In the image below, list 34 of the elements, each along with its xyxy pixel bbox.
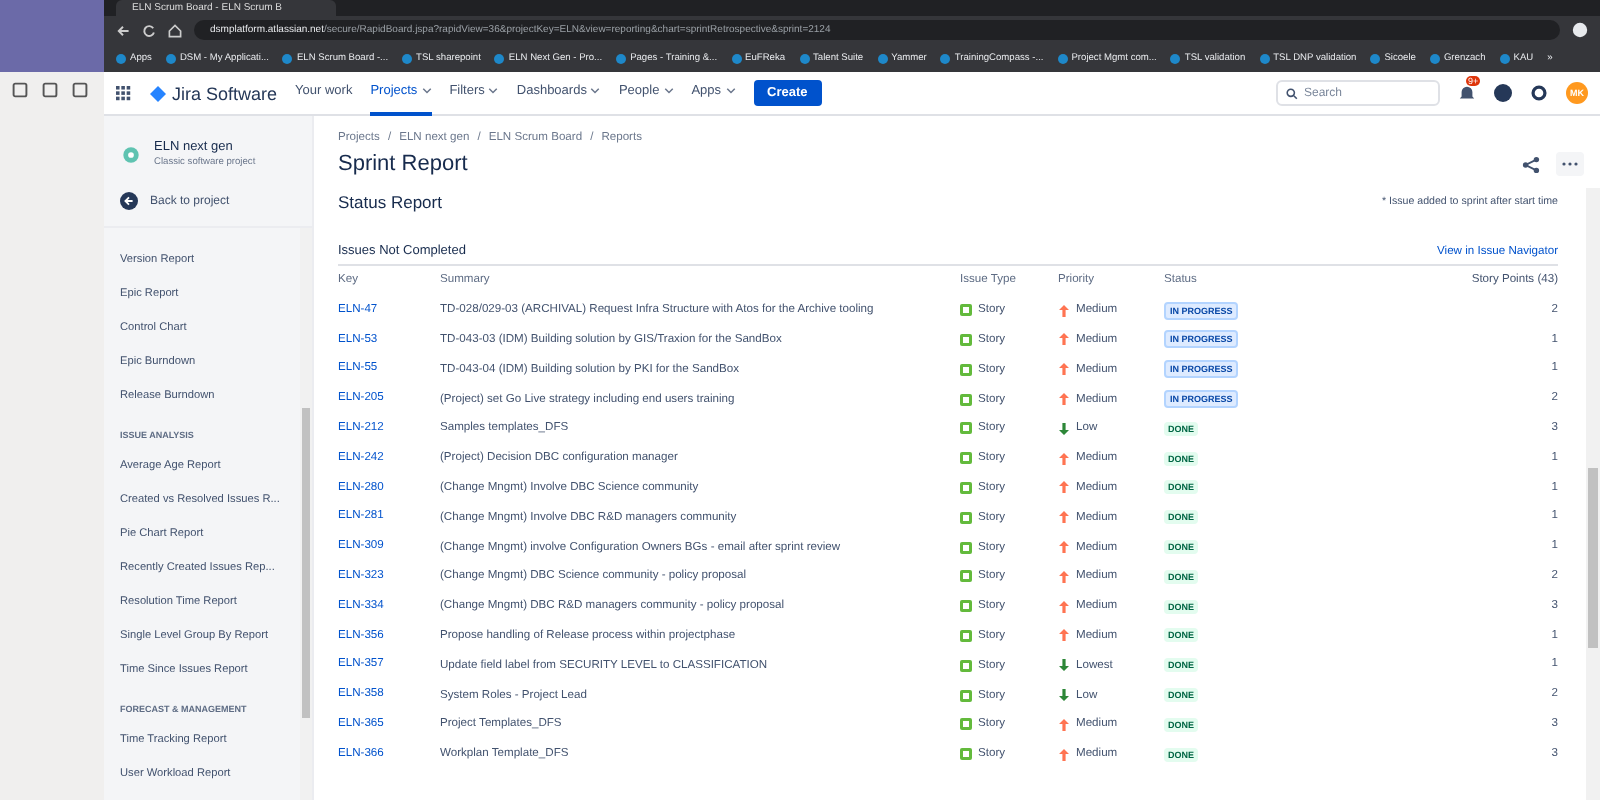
- product-name: Jira Software: [172, 83, 278, 103]
- scrollbar-thumb[interactable]: [302, 408, 310, 718]
- story-icon: [960, 304, 972, 317]
- section-title: Status Report: [338, 192, 442, 212]
- story-icon: [960, 422, 972, 435]
- app-grid-icon[interactable]: [116, 85, 132, 101]
- story-icon: [960, 748, 972, 761]
- bell-icon[interactable]: [1458, 84, 1476, 102]
- home-icon[interactable]: [168, 23, 182, 37]
- story-icon: [960, 570, 972, 583]
- settings-icon[interactable]: [1530, 84, 1548, 102]
- diamond-logo-icon: [150, 85, 166, 101]
- story-icon: [960, 659, 972, 672]
- reload-icon[interactable]: [142, 23, 156, 37]
- scrollbar-thumb[interactable]: [1588, 468, 1598, 648]
- share-icon[interactable]: [1522, 155, 1540, 173]
- profile-icon[interactable]: [1572, 22, 1588, 38]
- story-icon: [960, 541, 972, 554]
- story-icon: [960, 333, 972, 346]
- story-icon: [960, 393, 972, 406]
- page-title: Sprint Report: [338, 152, 470, 176]
- story-icon: [960, 718, 972, 731]
- window-header: [0, 0, 104, 72]
- story-icon: [960, 689, 972, 702]
- story-icon: [960, 600, 972, 613]
- story-icon: [960, 363, 972, 376]
- story-icon: [960, 511, 972, 524]
- back-arrow-icon: [120, 192, 138, 210]
- story-icon: [960, 452, 972, 465]
- help-icon[interactable]: [1494, 84, 1512, 102]
- story-icon: [960, 629, 972, 642]
- story-icon: [960, 481, 972, 494]
- search-icon: [1286, 87, 1298, 99]
- back-icon[interactable]: [116, 23, 130, 37]
